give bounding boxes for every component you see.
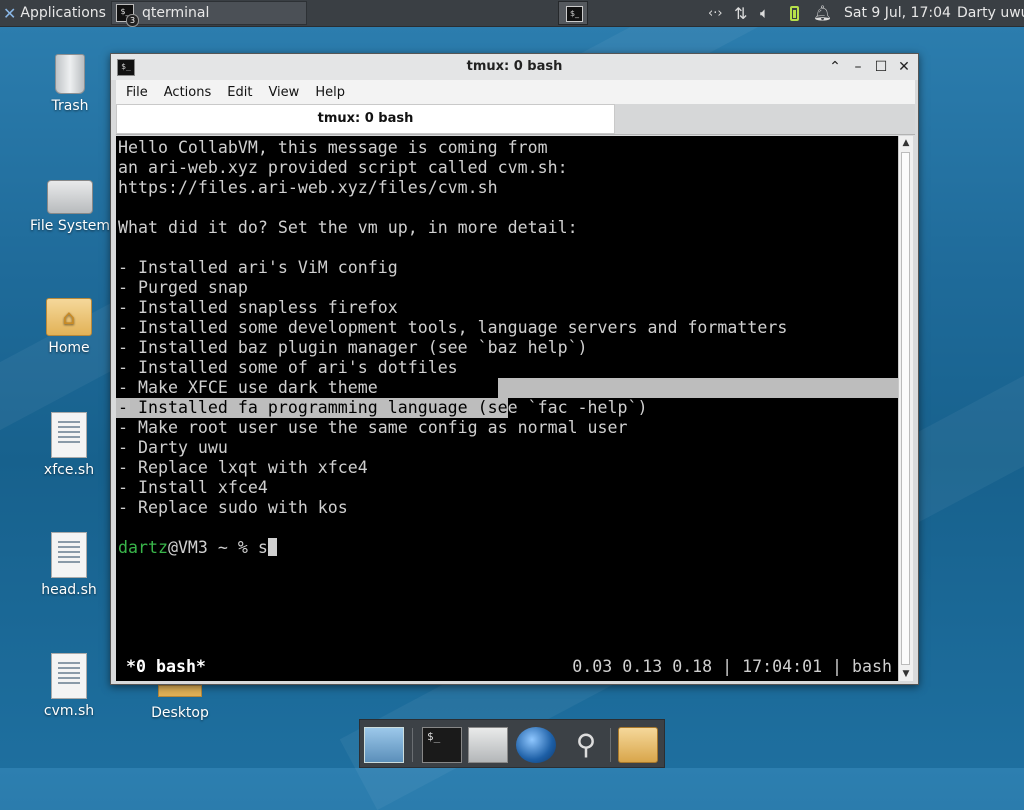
tab-tmux-bash[interactable]: tmux: 0 bash [116, 104, 615, 134]
terminal-line: - Purged snap [118, 278, 248, 297]
taskbar-button-qterminal[interactable]: $_ 3 qterminal [111, 1, 307, 27]
terminal-line: https://files.ari-web.xyz/files/cvm.sh [118, 178, 498, 197]
script-file-icon [51, 532, 87, 578]
terminal-line: - Installed snapless firefox [118, 298, 398, 317]
selected-text: - Installed fa programming language (se [118, 398, 508, 417]
scroll-up-arrow-icon[interactable]: ▲ [899, 136, 913, 150]
prompt-user: dartz [118, 538, 168, 557]
file-manager-launcher-icon[interactable] [468, 727, 508, 763]
menu-file[interactable]: File [116, 85, 154, 100]
terminal-scrollbar[interactable]: ▲ ▼ [898, 136, 913, 681]
menu-help[interactable]: Help [305, 85, 351, 100]
desktop-icon-label: head.sh [41, 582, 97, 598]
selection-highlight [498, 378, 898, 398]
notification-bell-icon[interactable]: 🔔︎ [813, 0, 832, 26]
terminal-line-selected: - Installed fa programming language (see… [118, 398, 648, 418]
desktop-icon-label: cvm.sh [43, 703, 95, 719]
terminal-icon: $_ [566, 6, 583, 22]
shade-button[interactable]: ⌃ [825, 57, 845, 77]
close-button[interactable]: ✕ [894, 57, 914, 77]
terminal-launcher-icon[interactable]: $_ [422, 727, 462, 763]
folder-icon [158, 685, 202, 697]
desktop-icon-label: xfce.sh [43, 462, 95, 478]
desktop-icon-home[interactable]: Home [24, 298, 114, 356]
desktop-icon-label: File System [29, 218, 111, 234]
dock-separator [610, 728, 611, 762]
terminal-line: - Installed ari's ViM config [118, 258, 398, 277]
terminal-line: - Make root user use the same config as … [118, 418, 628, 437]
terminal-line: - Replace lxqt with xfce4 [118, 458, 368, 477]
desktop-icon-trash[interactable]: Trash [25, 54, 115, 114]
tab-bar: tmux: 0 bash [116, 104, 915, 135]
terminal-line: Hello CollabVM, this message is coming f… [118, 138, 548, 157]
dock-separator [412, 728, 413, 762]
app-finder-search-icon[interactable]: ⚲ [566, 727, 606, 763]
window-count-badge: 3 [126, 14, 139, 27]
desktop-icon-label: Trash [51, 98, 89, 114]
window-title: tmux: 0 bash [466, 59, 563, 74]
workspace-switcher[interactable]: $_ [558, 1, 588, 25]
terminal-output[interactable]: Hello CollabVM, this message is coming f… [116, 136, 898, 681]
show-desktop-icon[interactable] [364, 727, 404, 763]
desktop-icon-label: Desktop [151, 705, 209, 721]
terminal-icon: $_ 3 [116, 4, 139, 27]
menu-view[interactable]: View [258, 85, 305, 100]
menu-actions[interactable]: Actions [154, 85, 218, 100]
terminal-line: - Darty uwu [118, 438, 228, 457]
applications-menu-button[interactable]: ✕ Applications [0, 0, 114, 26]
volume-icon[interactable]: 🔈︎ [760, 0, 769, 26]
trash-icon [55, 54, 85, 94]
applications-label: Applications [20, 5, 106, 21]
xfce-logo-icon: ✕ [3, 3, 17, 23]
web-browser-launcher-icon[interactable] [516, 727, 556, 763]
home-folder-icon [46, 298, 92, 336]
maximize-button[interactable]: ☐ [871, 57, 891, 77]
terminal-line: - Make XFCE use dark theme [118, 378, 378, 397]
taskbar-label: qterminal [142, 5, 210, 21]
top-panel: ✕ Applications $_ 3 qterminal $_ ‹·› ⇅ 🔈… [0, 0, 1024, 27]
bottom-dock: $_ ⚲ [359, 719, 665, 768]
transfer-arrows-icon[interactable]: ⇅ [734, 0, 747, 26]
menu-edit[interactable]: Edit [217, 85, 258, 100]
desktop-icon-head-sh[interactable]: head.sh [24, 532, 114, 598]
tmux-status-right: 0.03 0.13 0.18 | 17:04:01 | bash [572, 657, 892, 676]
user-menu[interactable]: Darty uwu [957, 0, 1024, 26]
menu-bar: File Actions Edit View Help [116, 80, 915, 104]
window-titlebar[interactable]: $_ tmux: 0 bash ⌃ – ☐ ✕ [111, 54, 918, 80]
shell-prompt: dartz@VM3 ~ % s [118, 538, 277, 558]
minimize-button[interactable]: – [848, 57, 868, 77]
text-cursor [267, 538, 277, 556]
battery-icon[interactable] [790, 0, 799, 26]
desktop-icon-file-system[interactable]: File System [25, 180, 115, 234]
desktop-icon-cvm-sh[interactable]: cvm.sh [24, 653, 114, 719]
terminal-line: an ari-web.xyz provided script called cv… [118, 158, 568, 177]
terminal-line: - Install xfce4 [118, 478, 268, 497]
terminal-line: - Installed some of ari's dotfiles [118, 358, 458, 377]
terminal-line: What did it do? Set the vm up, in more d… [118, 218, 578, 237]
script-file-icon [51, 653, 87, 699]
scroll-down-arrow-icon[interactable]: ▼ [899, 667, 913, 681]
terminal-window: $_ tmux: 0 bash ⌃ – ☐ ✕ File Actions Edi… [110, 53, 919, 685]
clock[interactable]: Sat 9 Jul, 17:04 [844, 0, 951, 26]
desktop-icon-xfce-sh[interactable]: xfce.sh [24, 412, 114, 478]
terminal-line: - Installed baz plugin manager (see `baz… [118, 338, 588, 357]
prompt-input: s [257, 538, 268, 557]
prompt-host: @VM3 ~ % [167, 538, 258, 557]
tmux-window-list: *0 bash* [126, 657, 206, 676]
unselected-text: e `fac -help`) [507, 398, 648, 417]
script-file-icon [51, 412, 87, 458]
drive-icon [47, 180, 93, 214]
folder-launcher-icon[interactable] [618, 727, 658, 763]
network-icon[interactable]: ‹·› [708, 0, 723, 26]
desktop-icon-label: Home [48, 340, 90, 356]
desktop-icon-desktop[interactable]: Desktop [135, 685, 225, 721]
scrollbar-thumb[interactable] [901, 152, 910, 665]
terminal-line: - Installed some development tools, lang… [118, 318, 788, 337]
terminal-line: - Replace sudo with kos [118, 498, 348, 517]
